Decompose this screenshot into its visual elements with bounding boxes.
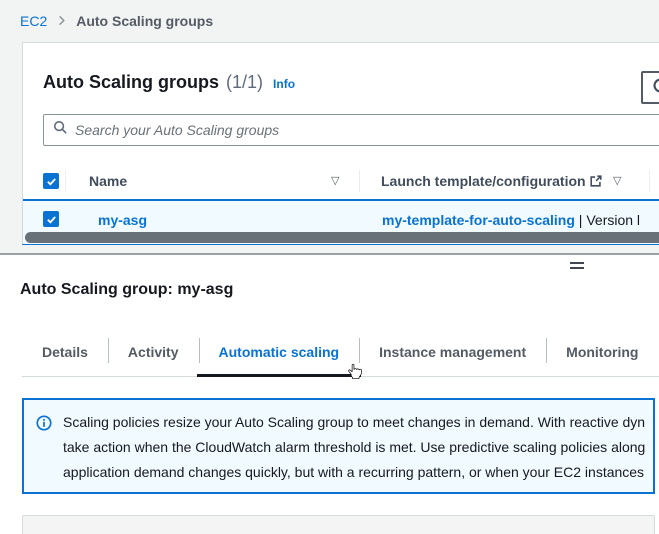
list-count: (1/1) xyxy=(226,72,263,93)
sort-icon[interactable]: ▽ xyxy=(331,174,339,187)
tab-automatic-scaling[interactable]: Automatic scaling xyxy=(199,330,360,376)
row-checkbox[interactable] xyxy=(43,211,59,227)
search-input[interactable] xyxy=(75,122,659,138)
list-title: Auto Scaling groups xyxy=(43,72,219,93)
search-box xyxy=(43,114,659,146)
sort-icon[interactable]: ▽ xyxy=(613,174,621,187)
breadcrumb: EC2 Auto Scaling groups xyxy=(20,13,213,29)
table-header: Name ▽ Launch template/configuration ▽ xyxy=(23,163,659,199)
external-link-icon xyxy=(589,174,603,193)
info-circle-icon xyxy=(36,415,52,482)
tab-bar: Details Activity Automatic scaling Insta… xyxy=(22,330,659,377)
launch-template-link[interactable]: my-template-for-auto-scaling xyxy=(382,212,575,228)
info-banner: Scaling policies resize your Auto Scalin… xyxy=(22,398,655,494)
banner-line: take action when the CloudWatch alarm th… xyxy=(63,435,645,460)
tab-activity[interactable]: Activity xyxy=(108,330,199,376)
search-icon xyxy=(53,120,68,140)
tab-monitoring[interactable]: Monitoring xyxy=(546,330,658,376)
column-divider xyxy=(65,170,66,192)
column-header-name[interactable]: Name xyxy=(89,173,127,189)
column-header-launch-template[interactable]: Launch template/configuration xyxy=(381,173,586,189)
select-all-checkbox[interactable] xyxy=(43,173,59,189)
breadcrumb-chevron-icon xyxy=(56,13,67,29)
policies-card-top xyxy=(22,515,655,534)
banner-line: Scaling policies resize your Auto Scalin… xyxy=(63,410,645,435)
breadcrumb-ec2-link[interactable]: EC2 xyxy=(20,13,47,29)
list-section: EC2 Auto Scaling groups Auto Scaling gro… xyxy=(0,0,659,254)
panel-title: Auto Scaling group: my-asg xyxy=(20,281,233,299)
banner-line: application demand changes quickly, but … xyxy=(63,460,645,485)
tab-instance-management[interactable]: Instance management xyxy=(359,330,546,376)
refresh-button[interactable] xyxy=(641,71,659,104)
aws-console-page: EC2 Auto Scaling groups Auto Scaling gro… xyxy=(0,0,659,534)
info-link[interactable]: Info xyxy=(273,77,295,91)
banner-text: Scaling policies resize your Auto Scalin… xyxy=(63,410,645,482)
column-divider xyxy=(649,170,650,192)
column-divider xyxy=(359,170,360,192)
asg-name-link[interactable]: my-asg xyxy=(98,212,147,228)
card-header: Auto Scaling groups (1/1) Info xyxy=(43,72,295,93)
launch-template-cell: my-template-for-auto-scaling | Version l xyxy=(382,212,640,228)
horizontal-scrollbar[interactable] xyxy=(25,232,659,243)
split-panel: Auto Scaling group: my-asg Details Activ… xyxy=(0,255,659,534)
refresh-icon xyxy=(652,77,659,99)
tab-details[interactable]: Details xyxy=(22,330,108,376)
panel-drag-handle-icon[interactable] xyxy=(570,262,584,271)
breadcrumb-current: Auto Scaling groups xyxy=(76,13,213,29)
asg-list-card: Auto Scaling groups (1/1) Info xyxy=(22,42,659,245)
launch-template-version: | Version l xyxy=(575,212,640,228)
